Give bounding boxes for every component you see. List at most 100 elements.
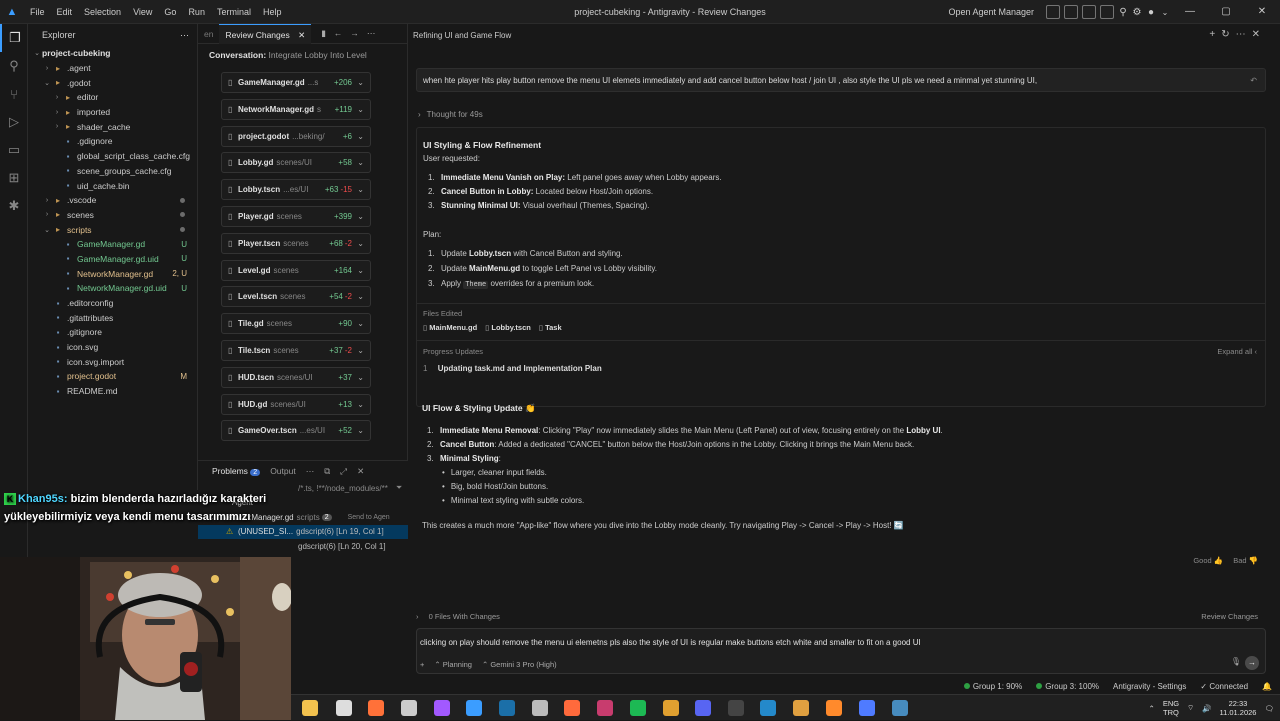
changed-file-card[interactable]: ▯ Tile.gd scenes +90 ⌄ <box>221 313 371 335</box>
file-item[interactable]: ▪ icon.svg.import <box>28 354 197 369</box>
settings-gear-icon[interactable]: ⚙ <box>1130 7 1144 18</box>
antigravity-icon[interactable] <box>859 700 875 716</box>
game-icon[interactable] <box>597 700 613 716</box>
group1-status[interactable]: Group 1: 90% <box>963 680 1022 694</box>
edited-file-link[interactable]: ▯ Task <box>539 323 562 332</box>
undo-icon[interactable]: ↶ <box>1250 69 1257 93</box>
file-item[interactable]: ▪ icon.svg <box>28 340 197 355</box>
minimize-button[interactable]: — <box>1172 0 1208 24</box>
more-actions-icon[interactable]: ⋯ <box>180 30 189 41</box>
figma-icon[interactable] <box>434 700 450 716</box>
chevron-down-icon[interactable]: ⌄ <box>354 373 364 382</box>
changed-file-card[interactable]: ▯ NetworkManager.gd s +119 ⌄ <box>221 98 371 120</box>
changed-file-card[interactable]: ▯ Level.tscn scenes +54 -2 ⌄ <box>221 286 371 308</box>
menu-item-run[interactable]: Run <box>182 0 211 24</box>
search-icon[interactable]: ⚲ <box>1116 7 1130 18</box>
file-item[interactable]: ▪ scene_groups_cache.cfg <box>28 164 197 179</box>
chevron-down-icon[interactable]: ⌄ <box>354 346 364 355</box>
clock-app-icon[interactable] <box>336 700 352 716</box>
file-item[interactable]: ▪ README.md <box>28 384 197 399</box>
discord-icon[interactable] <box>695 700 711 716</box>
account-icon[interactable]: ● <box>1144 7 1158 18</box>
steam-icon[interactable] <box>499 700 515 716</box>
menu-item-edit[interactable]: Edit <box>51 0 79 24</box>
volume-icon[interactable]: 🔊 <box>1202 704 1211 713</box>
chevron-down-icon[interactable]: ⌄ <box>354 319 364 328</box>
folder-item[interactable]: › ▸ .vscode <box>28 193 197 208</box>
files-with-changes-label[interactable]: 0 Files With Changes <box>429 612 500 621</box>
add-context-button[interactable]: + <box>420 660 424 669</box>
chevron-down-icon[interactable]: ⌄ <box>354 185 364 194</box>
tab-previous[interactable]: en <box>198 29 219 39</box>
model-selector[interactable]: ⌃ Gemini 3 Pro (High) <box>482 660 557 669</box>
file-chip[interactable]: MainMenu.gd <box>469 264 520 273</box>
expand-all-button[interactable]: Expand all ‹ <box>1217 347 1257 356</box>
copy-icon[interactable]: ⧉ <box>324 466 330 477</box>
review-changes-button[interactable]: Review Changes <box>1201 612 1258 621</box>
godot-icon[interactable] <box>892 700 908 716</box>
chevron-down-icon[interactable]: ⌄ <box>354 400 364 409</box>
settings-status[interactable]: Antigravity - Settings <box>1113 680 1186 694</box>
file-item[interactable]: ▪ GameManager.gd U <box>28 237 197 252</box>
file-item[interactable]: ▪ NetworkManager.gd 2, U <box>28 266 197 281</box>
chevron-down-icon[interactable]: ⌄ <box>354 212 364 221</box>
maximize-panel-icon[interactable]: ⤢ <box>340 466 347 477</box>
firefox-icon[interactable] <box>368 700 384 716</box>
chatgpt-icon[interactable] <box>401 700 417 716</box>
menu-item-help[interactable]: Help <box>257 0 288 24</box>
edited-file-link[interactable]: ▯ Lobby.tscn <box>485 323 531 332</box>
run-debug-icon[interactable]: ▷ <box>0 108 28 136</box>
chevron-down-icon[interactable]: ⌄ <box>354 292 364 301</box>
file-item[interactable]: ▪ project.godot M <box>28 369 197 384</box>
clock[interactable]: 22:33 11.01.2026 <box>1219 699 1256 717</box>
progress-item[interactable]: 1 Updating task.md and Implementation Pl… <box>423 364 602 373</box>
file-item[interactable]: ▪ .gitattributes <box>28 310 197 325</box>
thought-toggle[interactable]: › Thought for 49s <box>418 110 483 119</box>
layout-toggle-icon[interactable] <box>1046 5 1060 19</box>
network-icon[interactable]: ⌔ <box>1187 703 1194 713</box>
changed-file-card[interactable]: ▯ project.godot ...beking/ +6 ⌄ <box>221 125 371 147</box>
open-agent-manager-button[interactable]: Open Agent Manager <box>948 7 1034 17</box>
microphone-icon[interactable]: 🎙 <box>1231 657 1241 666</box>
chevron-down-icon[interactable]: ⌄ <box>354 78 364 87</box>
cloud-icon[interactable] <box>793 700 809 716</box>
chevron-down-icon[interactable]: ⌄ <box>354 426 364 435</box>
vscode-icon[interactable] <box>760 700 776 716</box>
close-window-button[interactable]: ✕ <box>1244 0 1280 24</box>
chat-input[interactable]: clicking on play should remove the menu … <box>416 628 1266 674</box>
tab-review-changes[interactable]: Review Changes ✕ <box>219 23 312 44</box>
folder-item[interactable]: › ▸ imported <box>28 105 197 120</box>
blender-icon[interactable] <box>564 700 580 716</box>
menu-item-terminal[interactable]: Terminal <box>211 0 257 24</box>
menu-item-file[interactable]: File <box>24 0 51 24</box>
changed-file-card[interactable]: ▯ Lobby.gd scenes/UI +58 ⌄ <box>221 152 371 174</box>
tab-output[interactable]: Output <box>270 466 296 476</box>
agent-icon[interactable]: ✱ <box>0 192 28 220</box>
chevron-down-icon[interactable]: ⌄ <box>1158 8 1172 17</box>
sidebar-toggle-icon[interactable] <box>1082 5 1096 19</box>
changed-file-card[interactable]: ▯ HUD.tscn scenes/UI +37 ⌄ <box>221 366 371 388</box>
close-tab-icon[interactable]: ✕ <box>298 30 305 40</box>
changed-file-card[interactable]: ▯ Level.gd scenes +164 ⌄ <box>221 259 371 281</box>
folder-item[interactable]: ⌄ ▸ scripts <box>28 222 197 237</box>
chevron-down-icon[interactable]: ⌄ <box>354 105 364 114</box>
tree-root[interactable]: ⌄ project-cubeking <box>28 46 197 61</box>
file-chip[interactable]: Theme <box>463 279 489 289</box>
menu-item-view[interactable]: View <box>127 0 158 24</box>
header-actions-icons[interactable]: +↻⋯✕ <box>1209 29 1266 40</box>
explorer-icon[interactable]: ❐ <box>0 24 28 52</box>
filter-icon[interactable]: ⏷ <box>396 483 402 493</box>
folder-item[interactable]: › ▸ editor <box>28 90 197 105</box>
source-control-icon[interactable]: ⑂ <box>0 80 28 108</box>
chat-input-text[interactable]: clicking on play should remove the menu … <box>420 638 921 647</box>
send-to-agent-button[interactable]: Send to Agen <box>348 514 390 521</box>
changed-file-card[interactable]: ▯ Tile.tscn scenes +37 -2 ⌄ <box>221 339 371 361</box>
menu-item-selection[interactable]: Selection <box>78 0 127 24</box>
problem-row[interactable]: ⚠ (UNUSED_SI... gdscript(6) [Ln 19, Col … <box>198 524 408 539</box>
tray-overflow-icon[interactable]: ⌃ <box>1149 704 1155 713</box>
notification-center-icon[interactable]: 🗨 <box>1264 704 1274 713</box>
file-item[interactable]: ▪ .gdignore <box>28 134 197 149</box>
chevron-down-icon[interactable]: ⌄ <box>354 239 364 248</box>
edited-file-link[interactable]: ▯ MainMenu.gd <box>423 323 477 332</box>
send-button[interactable]: → <box>1245 656 1259 670</box>
